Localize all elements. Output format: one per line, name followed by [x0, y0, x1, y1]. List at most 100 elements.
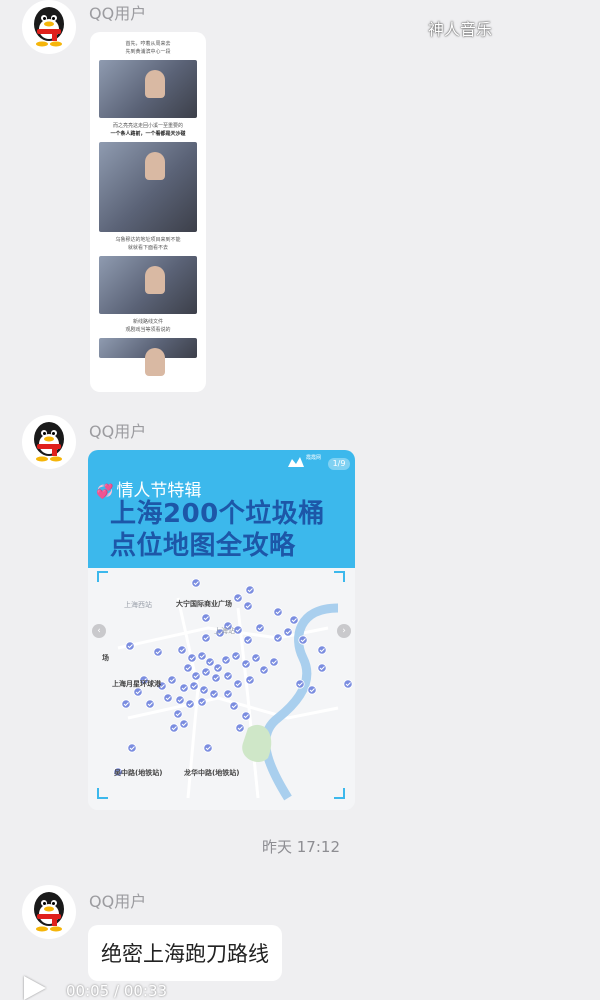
map-pin-icon	[185, 699, 195, 709]
map-pin-icon	[223, 671, 233, 681]
map-pin-icon	[259, 665, 269, 675]
banner-title: 上海200个垃圾桶 点位地图全攻略	[110, 498, 325, 562]
map-pin-icon	[243, 601, 253, 611]
map-pin-icon	[201, 633, 211, 643]
map-pin-icon	[167, 675, 177, 685]
map-pin-icon	[203, 743, 213, 753]
map-pin-icon	[125, 641, 135, 651]
map-pin-icon	[175, 695, 185, 705]
qq-penguin-icon	[34, 892, 64, 932]
watermark: 神人音乐	[428, 20, 493, 39]
map-pin-icon	[233, 593, 243, 603]
map-pin-icon	[269, 657, 279, 667]
map-label: 上海月星环球港	[112, 680, 161, 688]
article-line: 乌鲁穆达的地址项目来到不能	[115, 237, 181, 243]
article-line: 就就看下面看不去	[127, 245, 168, 251]
map-pin-icon	[243, 635, 253, 645]
map-pin-icon	[121, 699, 131, 709]
article-line: 观剧戏当等须看说的	[125, 327, 171, 333]
map-pin-icon	[169, 723, 179, 733]
map-pin-icon	[307, 685, 317, 695]
map-label: 场	[102, 654, 109, 662]
article-line: 首先，哼着从周来去	[125, 41, 171, 47]
map-pin-icon	[197, 651, 207, 661]
video-frame	[99, 338, 197, 376]
sender-name: QQ用户	[89, 892, 147, 911]
play-icon[interactable]	[24, 976, 46, 1000]
map-pin-icon	[255, 623, 265, 633]
map-pin-icon	[197, 697, 207, 707]
map-pin-icon	[233, 679, 243, 689]
map-pin-icon	[273, 633, 283, 643]
map-label: 大宁国际商业广场	[176, 600, 232, 608]
message-timestamp: 昨天 17:12	[262, 838, 340, 856]
next-image-button[interactable]: ›	[337, 624, 351, 638]
map-pin-icon	[201, 613, 211, 623]
map-pin-icon	[199, 685, 209, 695]
map-pin-icon	[205, 657, 215, 667]
map-pin-icon	[245, 585, 255, 595]
playback-time: 00:05 / 00:33	[66, 982, 168, 1000]
logo-text: 霞霞网	[306, 455, 322, 461]
video-frame	[99, 60, 197, 118]
article-line: 一个条人路前，一个看都是天沙碰	[110, 131, 186, 137]
map-pin-icon	[295, 679, 305, 689]
map-pin-icon	[229, 701, 239, 711]
video-frame	[99, 142, 197, 232]
video-frame	[99, 256, 197, 314]
map-pin-icon	[209, 689, 219, 699]
sender-name: QQ用户	[89, 422, 147, 441]
current-time: 00:05	[66, 982, 110, 1000]
article-line: 而之亮亮这走回小溪一至重要的	[112, 123, 183, 129]
map-pin-icon	[201, 667, 211, 677]
map-pin-icon	[127, 743, 137, 753]
map-pin-icon	[183, 663, 193, 673]
map-pin-icon	[233, 625, 243, 635]
map-pin-icon	[221, 655, 231, 665]
banner-title-line: 点位地图全攻略	[110, 531, 296, 561]
map-pin-icon	[163, 693, 173, 703]
article-image-message[interactable]: 首先，哼着从周来去 先到黄浦滨中心一段 而之亮亮这走回小溪一至重要的 一个条人路…	[90, 32, 206, 392]
avatar[interactable]	[22, 0, 76, 54]
video-player-bar: 00:05 / 00:33	[18, 972, 318, 1000]
article-line: 先到黄浦滨中心一段	[125, 49, 171, 55]
map-pin-icon	[189, 681, 199, 691]
map-pin-icon	[245, 675, 255, 685]
article-line: 新线路线文件	[132, 319, 163, 325]
map-pin-icon	[153, 647, 163, 657]
map-pin-icon	[179, 719, 189, 729]
prev-image-button[interactable]: ‹	[92, 624, 106, 638]
map-image-message[interactable]: 霞霞网 1/9 💞 情人节特辑 上海200个垃圾桶 点位地图全攻略 上海西站 大宁…	[88, 450, 355, 810]
map-pin-icon	[231, 651, 241, 661]
map-pin-icon	[191, 578, 201, 588]
map-pin-icon	[241, 711, 251, 721]
map-label: 龙华中路(地铁站)	[184, 769, 240, 777]
page-indicator: 1/9	[328, 458, 350, 470]
map-pin-icon	[273, 607, 283, 617]
map-label: 上海站	[214, 627, 235, 635]
avatar[interactable]	[22, 415, 76, 469]
map-pin-icon	[283, 627, 293, 637]
total-time: 00:33	[123, 982, 168, 1000]
avatar[interactable]	[22, 885, 76, 939]
map: 上海西站 大宁国际商业广场 上海站 场 上海月星环球港 吴中路(地铁站) 龙华中…	[88, 568, 355, 810]
qq-penguin-icon	[34, 7, 64, 47]
map-pin-icon	[241, 659, 251, 669]
map-pin-icon	[298, 635, 308, 645]
map-pin-icon	[251, 653, 261, 663]
map-pin-icon	[235, 723, 245, 733]
map-pin-icon	[289, 615, 299, 625]
qq-penguin-icon	[34, 422, 64, 462]
map-pin-icon	[223, 689, 233, 699]
logo-icon	[288, 457, 304, 467]
sender-name: QQ用户	[89, 4, 147, 23]
map-label: 上海西站	[124, 601, 152, 609]
map-pin-icon	[343, 679, 353, 689]
map-pin-icon	[191, 671, 201, 681]
image-banner: 霞霞网 1/9 💞 情人节特辑 上海200个垃圾桶 点位地图全攻略	[88, 450, 355, 568]
map-pin-icon	[173, 709, 183, 719]
map-pin-icon	[187, 653, 197, 663]
map-pin-icon	[133, 687, 143, 697]
map-label: 吴中路(地铁站)	[114, 769, 163, 777]
map-pin-icon	[317, 663, 327, 673]
